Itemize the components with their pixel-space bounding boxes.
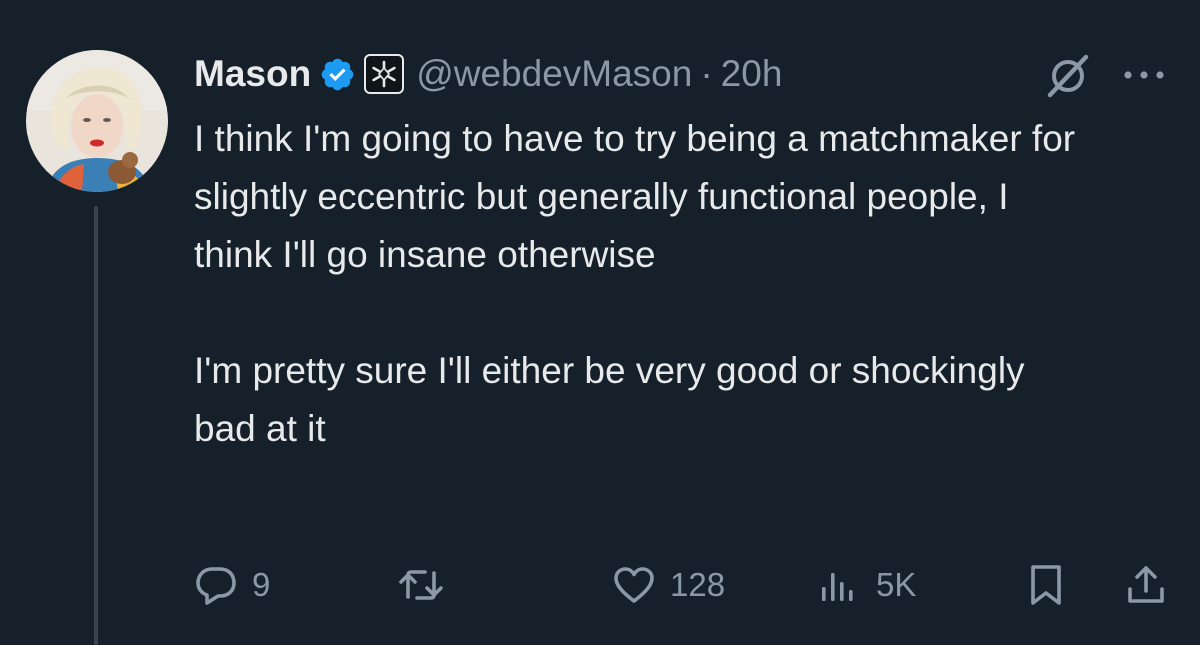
views-button[interactable]: 5K	[818, 555, 916, 615]
bookmark-icon	[1026, 563, 1066, 607]
separator-dot: ·	[700, 53, 713, 94]
more-icon[interactable]	[1120, 60, 1168, 90]
reply-button[interactable]: 9	[194, 555, 270, 615]
views-icon	[818, 565, 862, 605]
reply-count: 9	[252, 566, 271, 603]
view-count: 5K	[876, 566, 917, 603]
avatar[interactable]	[26, 50, 168, 192]
tweet-paragraph: I think I'm going to have to try being a…	[194, 118, 1076, 275]
share-button[interactable]	[1124, 555, 1168, 615]
tweet-header: Mason @webdevMason · 20h	[194, 48, 782, 100]
retweet-icon	[398, 565, 444, 605]
grok-icon[interactable]	[1044, 52, 1092, 98]
action-bar: 9 128 5K	[0, 555, 1200, 615]
heart-icon	[612, 565, 656, 605]
reply-icon	[194, 565, 238, 605]
verified-badge-icon	[319, 56, 356, 93]
author-handle[interactable]: @webdevMason	[416, 53, 692, 95]
tweet-timestamp[interactable]: 20h	[721, 53, 783, 95]
affiliate-badge-icon[interactable]	[364, 54, 405, 94]
avatar-image	[26, 50, 168, 192]
like-count: 128	[670, 566, 726, 603]
retweet-button[interactable]	[398, 555, 458, 615]
share-icon	[1124, 563, 1168, 607]
tweet-paragraph: I'm pretty sure I'll either be very good…	[194, 350, 1025, 449]
tweet-text: I think I'm going to have to try being a…	[194, 110, 1094, 458]
author-name[interactable]: Mason	[194, 53, 311, 95]
tweet[interactable]: Mason @webdevMason · 20h I think I'm goi…	[0, 0, 1200, 645]
bookmark-button[interactable]	[1026, 555, 1066, 615]
like-button[interactable]: 128	[612, 555, 725, 615]
